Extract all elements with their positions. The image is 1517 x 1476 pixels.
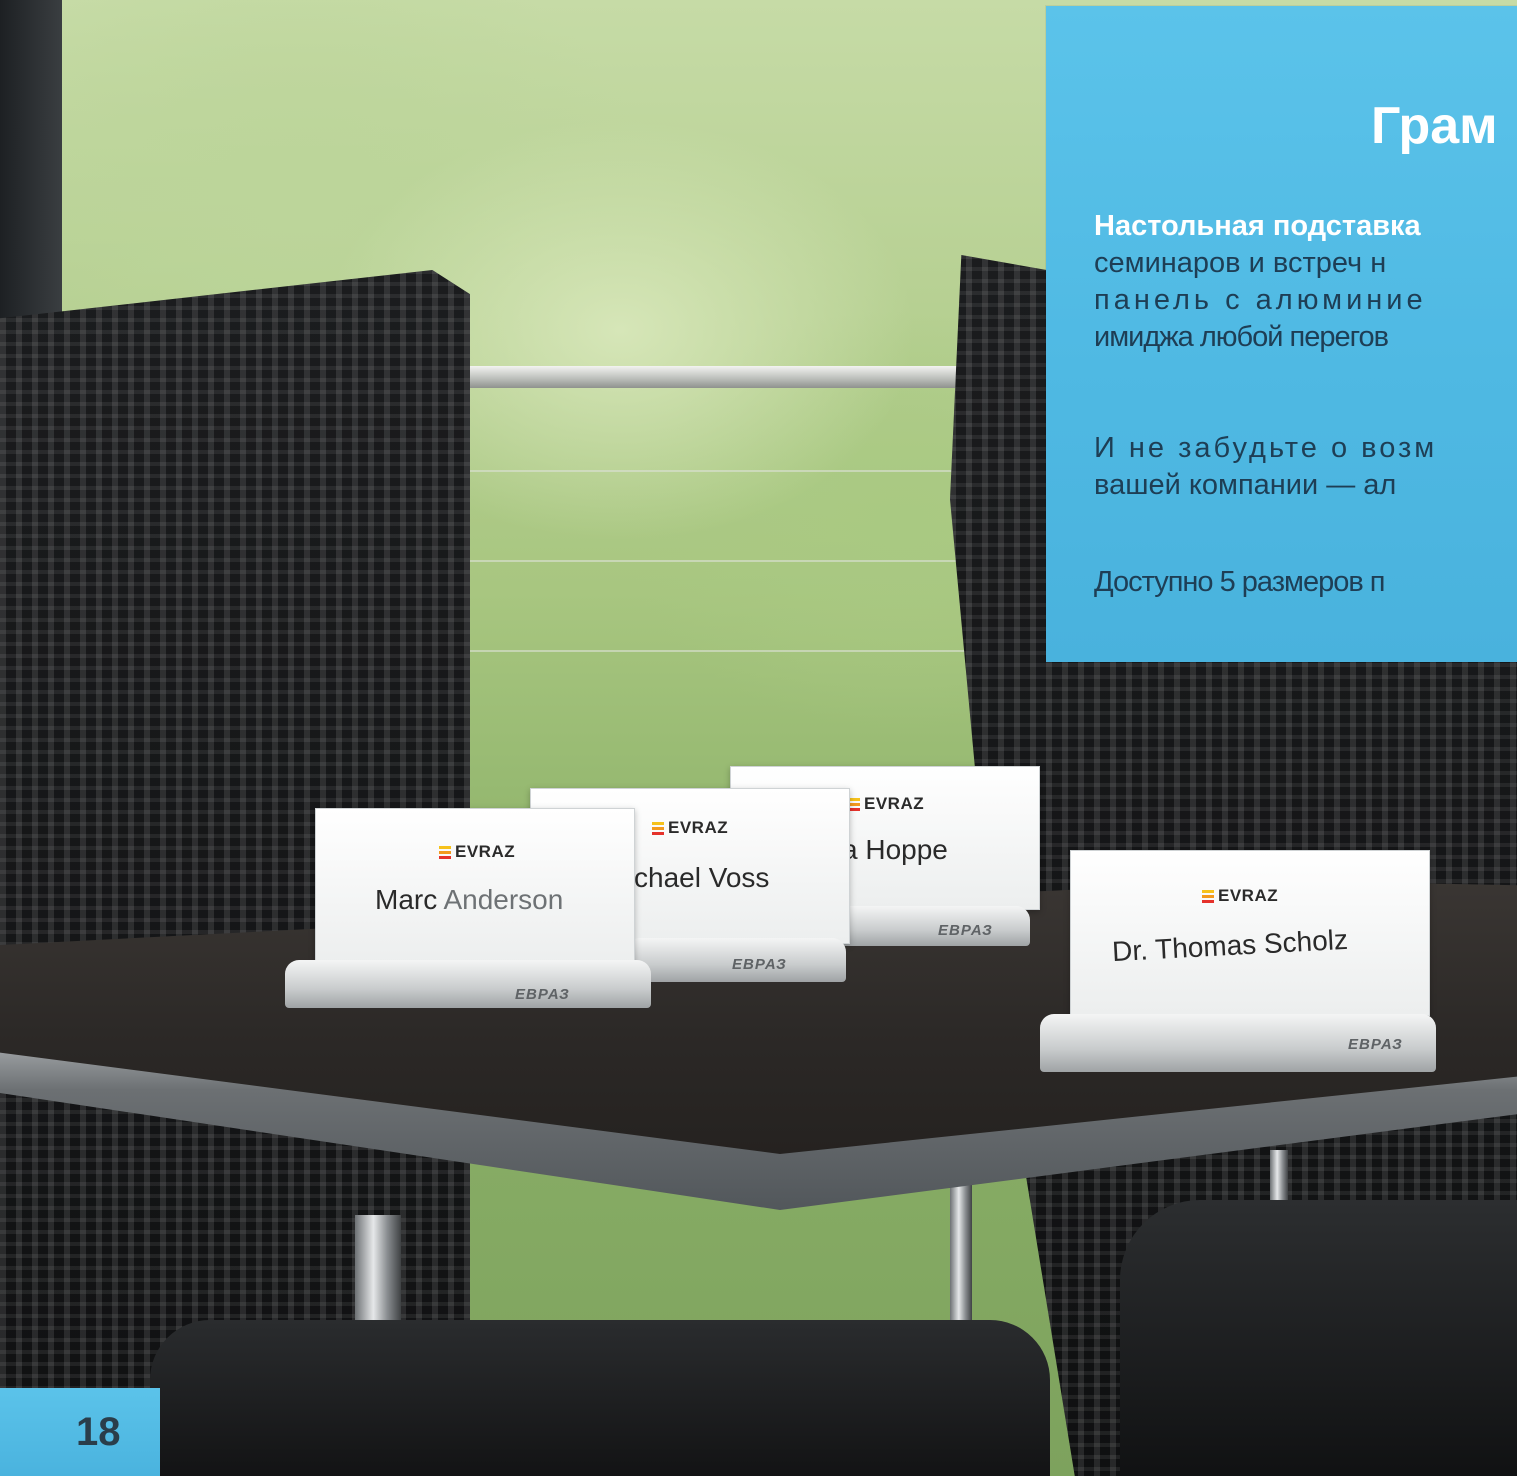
panel-text-line: имиджа любой перегов <box>1094 321 1389 353</box>
logo-text: EVRAZ <box>668 818 729 837</box>
panel-text-line: И не забудьте о возм <box>1094 432 1438 464</box>
holder-name-first: Marc <box>375 884 438 915</box>
card-logo: EVRAZ <box>848 794 924 814</box>
rail-wire <box>440 560 1000 562</box>
logo-text: EVRAZ <box>864 794 925 813</box>
panel-text-line: панель с алюминие <box>1094 284 1427 316</box>
page-number: 18 <box>76 1410 121 1454</box>
panel-text-line: вашей компании — ал <box>1094 469 1397 501</box>
info-panel: Грам Настольная подставка семинаров и вс… <box>1046 6 1517 662</box>
rail-wire <box>440 470 1000 472</box>
panel-text-line: семинаров и встреч н <box>1094 247 1387 279</box>
page: EVRAZ sa Hoppe ЕВРАЗ EVRAZ chael Voss ЕВ… <box>0 0 1517 1476</box>
holder-base <box>285 960 651 1008</box>
name-holder: EVRAZ Marc Anderson ЕВРАЗ <box>285 808 655 1010</box>
balcony-rail <box>440 366 1000 388</box>
panel-title: Грам <box>1371 97 1498 155</box>
name-holder: EVRAZ Dr. Thomas Scholz ЕВРАЗ <box>1030 850 1440 1078</box>
chair-seat-right <box>1120 1200 1517 1476</box>
card-logo: EVRAZ <box>652 818 728 838</box>
card-logo: EVRAZ <box>439 842 515 862</box>
panel-text-line: Доступно 5 размеров п <box>1094 566 1386 598</box>
base-logo-text: ЕВРАЗ <box>515 986 570 1003</box>
base-logo-text: ЕВРАЗ <box>1348 1036 1403 1053</box>
rail-wire <box>440 650 1000 652</box>
logo-text: EVRAZ <box>455 842 516 861</box>
page-number-badge: 18 <box>0 1388 160 1476</box>
base-logo-text: ЕВРАЗ <box>732 956 787 973</box>
table-leg <box>950 1180 972 1340</box>
logo-text: EVRAZ <box>1218 886 1279 905</box>
evraz-logo-icon <box>1202 889 1214 903</box>
card-logo: EVRAZ <box>1202 886 1278 906</box>
evraz-logo-icon <box>439 845 451 859</box>
base-logo-text: ЕВРАЗ <box>938 922 993 939</box>
holder-name-last: Anderson <box>443 884 564 915</box>
holder-name: Marc Anderson <box>375 884 563 916</box>
chair-seat-left <box>150 1320 1050 1476</box>
panel-text-line: Настольная подставка <box>1094 210 1421 242</box>
